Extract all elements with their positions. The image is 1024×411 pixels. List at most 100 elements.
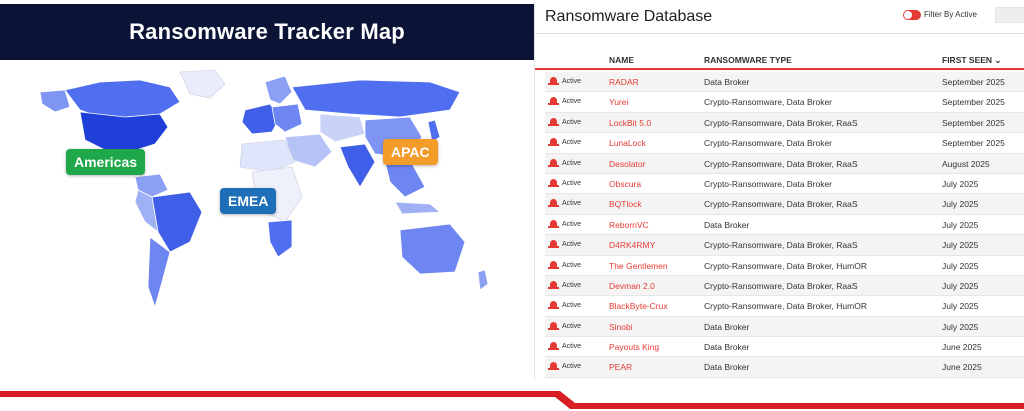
status-badge: Active: [548, 362, 581, 371]
map-region-alaska[interactable]: [39, 89, 71, 113]
siren-icon: [548, 260, 559, 270]
ransomware-name-link[interactable]: RebornVC: [609, 220, 649, 230]
first-seen: July 2025: [942, 260, 979, 271]
status-text: Active: [562, 220, 582, 228]
ransomware-name-link[interactable]: LunaLock: [609, 138, 646, 148]
table-row[interactable]: Active D4RK4RMY Crypto-Ransomware, Data Br…: [545, 235, 1024, 256]
ransomware-type: Data Broker: [704, 77, 750, 87]
ransomware-name-link[interactable]: The Gentlemen: [609, 261, 668, 271]
table-row[interactable]: Active Yurei Crypto-Ransomware, Data Broke…: [545, 92, 1024, 113]
table-row[interactable]: Active The Gentlemen Crypto-Ransomware, Da…: [545, 256, 1024, 276]
ransomware-name-link[interactable]: PEAR: [609, 362, 632, 372]
map-region-europe-east[interactable]: [271, 103, 303, 133]
table-row[interactable]: Active RebornVC Data Broker July 2025: [545, 215, 1024, 236]
database-title: Ransomware Database: [545, 8, 713, 25]
first-seen: July 2025: [942, 280, 979, 291]
ransomware-type: Crypto-Ransomware, Data Broker: [704, 138, 833, 149]
table-row[interactable]: Active PEAR Data Broker June 2025: [545, 357, 1024, 378]
ransomware-type: Crypto-Ransomware, Data Broker, HumOR: [704, 301, 867, 312]
ransomware-name-link[interactable]: BQTlock: [609, 199, 642, 209]
ransomware-name-link[interactable]: Yurei: [609, 97, 628, 107]
siren-icon: [548, 280, 559, 290]
database-panel: Ransomware Database Filter By Active NAM…: [534, 0, 1024, 380]
status-text: Active: [562, 78, 582, 85]
map-panel: Ransomware Tracker Map Americas EMEA APA…: [0, 0, 534, 380]
map-region-southeast-asia[interactable]: [384, 159, 426, 198]
map-region-brazil[interactable]: [151, 191, 203, 253]
status-text: Active: [562, 281, 582, 289]
status-text: Active: [562, 343, 582, 351]
ransomware-name-link[interactable]: Desolator: [609, 159, 645, 169]
region-pill-americas[interactable]: Americas: [66, 149, 146, 175]
map-region-argentina[interactable]: [147, 236, 171, 309]
filter-active-toggle[interactable]: [903, 10, 921, 20]
status-badge: Active: [548, 117, 582, 127]
ransomware-name-link[interactable]: BlackByte-Crux: [609, 301, 668, 311]
map-region-australia[interactable]: [399, 223, 466, 275]
siren-icon: [548, 199, 559, 208]
map-region-russia[interactable]: [291, 79, 461, 118]
ransomware-type: Data Broker: [704, 321, 750, 332]
ransomware-type: Data Broker: [704, 342, 750, 353]
ransomware-name-link[interactable]: LockBit 5.0: [609, 118, 651, 128]
table-row[interactable]: Active RADAR Data Broker September 2025: [545, 72, 1024, 93]
ransomware-name-link[interactable]: RADAR: [609, 77, 639, 87]
status-badge: Active: [548, 280, 582, 290]
ransomware-name-link[interactable]: D4RK4RMY: [609, 240, 655, 250]
map-region-scandinavia[interactable]: [264, 75, 293, 105]
status-badge: Active: [548, 178, 581, 188]
page: Ransomware Tracker Map Americas EMEA APA…: [0, 0, 1024, 411]
table-row[interactable]: Active Devman 2.0 Crypto-Ransomware, Data …: [545, 275, 1024, 297]
table-row[interactable]: Active Obscura Crypto-Ransomware, Data Bro…: [545, 174, 1024, 195]
first-seen: August 2025: [942, 158, 990, 169]
column-header-type[interactable]: RANSOMWARE TYPE: [704, 55, 792, 65]
map-region-greenland[interactable]: [179, 69, 226, 99]
table-row[interactable]: Active BlackByte-Crux Crypto-Ransomware, D…: [545, 296, 1024, 317]
status-badge: Active: [548, 240, 581, 249]
search-input[interactable]: [995, 7, 1024, 23]
region-pill-apac[interactable]: APAC: [383, 139, 438, 165]
table-row[interactable]: Active Payouts King Data Broker June 2025: [545, 337, 1024, 358]
status-text: Active: [562, 302, 582, 310]
table-row[interactable]: Active BQTlock Crypto-Ransomware, Data Bro…: [545, 194, 1024, 215]
ransomware-type: Crypto-Ransomware, Data Broker: [704, 97, 833, 108]
map-region-usa[interactable]: [79, 111, 169, 153]
region-pill-emea[interactable]: EMEA: [220, 188, 277, 214]
first-seen: July 2025: [942, 219, 979, 230]
table-row[interactable]: Active LunaLock Crypto-Ransomware, Data Br…: [545, 133, 1024, 154]
column-header-name[interactable]: NAME: [609, 55, 634, 65]
siren-icon: [548, 138, 559, 147]
ransomware-name-link[interactable]: Obscura: [609, 179, 641, 189]
status-badge: Active: [548, 138, 581, 147]
first-seen: July 2025: [942, 321, 979, 332]
status-text: Active: [562, 118, 582, 126]
status-text: Active: [562, 363, 582, 371]
siren-icon: [548, 117, 559, 127]
table-row[interactable]: Active Desolator Crypto-Ransomware, Data B…: [545, 153, 1024, 174]
ransomware-type: Crypto-Ransomware, Data Broker, RaaS: [704, 158, 858, 169]
first-seen: July 2025: [942, 178, 979, 189]
ransomware-type: Data Broker: [704, 362, 750, 373]
ransomware-name-link[interactable]: Sinobi: [609, 322, 633, 332]
first-seen: July 2025: [942, 199, 979, 210]
ransomware-type: Crypto-Ransomware, Data Broker, RaaS: [704, 280, 858, 291]
table-row[interactable]: Active Sinobi Data Broker July 2025: [545, 316, 1024, 338]
siren-icon: [548, 362, 559, 371]
map-title-bar: Ransomware Tracker Map: [0, 4, 534, 60]
siren-icon: [548, 321, 559, 331]
map-region-south-africa[interactable]: [267, 219, 293, 258]
column-header-first-seen[interactable]: FIRST SEEN ⌄: [942, 55, 1002, 66]
map-region-north-africa[interactable]: [239, 139, 296, 173]
table-row[interactable]: Active LockBit 5.0 Crypto-Ransomware, Data…: [545, 112, 1024, 134]
filter-active-label: Filter By Active: [924, 10, 977, 19]
map-region-india[interactable]: [339, 143, 376, 188]
map-region-indonesia[interactable]: [394, 201, 442, 215]
status-text: Active: [562, 139, 582, 147]
ransomware-name-link[interactable]: Payouts King: [609, 342, 659, 352]
map-region-new-zealand[interactable]: [477, 269, 489, 291]
first-seen: June 2025: [942, 362, 982, 373]
first-seen: September 2025: [942, 77, 1005, 87]
ransomware-name-link[interactable]: Devman 2.0: [609, 281, 655, 291]
first-seen: July 2025: [942, 301, 979, 312]
map-region-central-asia[interactable]: [319, 113, 366, 143]
